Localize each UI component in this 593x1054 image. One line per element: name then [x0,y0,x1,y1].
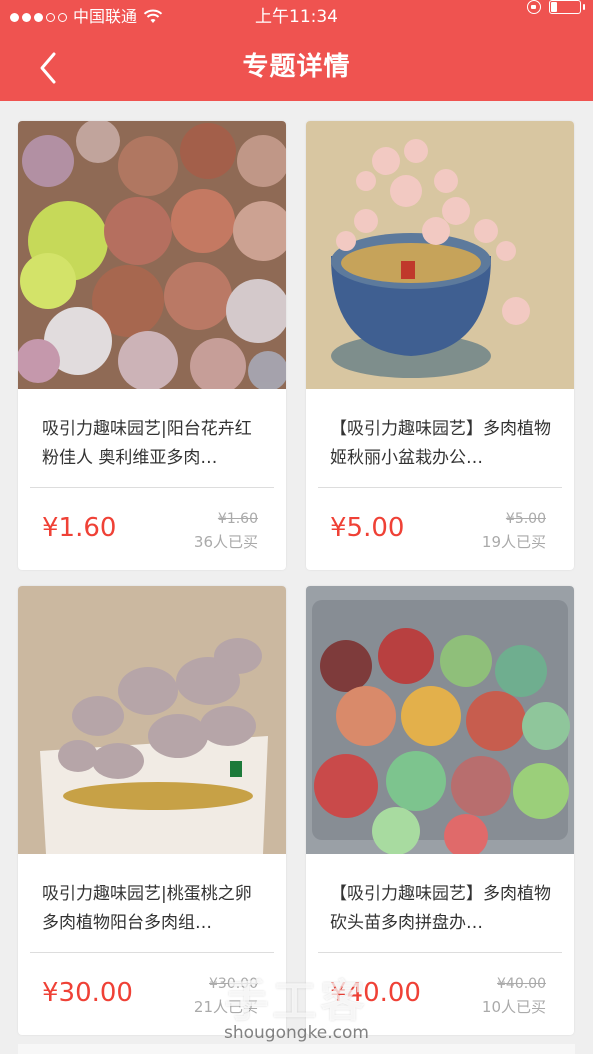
product-image[interactable] [306,586,574,854]
status-time: 上午11:34 [255,7,338,27]
divider [30,487,274,488]
product-image[interactable] [306,121,574,389]
page-title: 专题详情 [242,52,351,82]
divider [30,952,274,953]
product-image[interactable] [18,121,286,389]
sold-count: 21人已买 [193,998,258,1016]
status-bar: 中国联通 上午11:34 [0,0,593,34]
original-price: ¥5.00 [505,511,546,527]
product-card[interactable]: 吸引力趣味园艺|桃蛋桃之卵多肉植物阳台多肉组… ¥30.00 ¥30.00 21… [18,586,286,1035]
product-title[interactable]: 吸引力趣味园艺|阳台花卉红粉佳人 奥利维亚多肉… [42,415,268,473]
product-price: ¥30.00 [42,978,133,1008]
product-image[interactable] [18,586,286,854]
sold-count: 10人已买 [481,998,546,1016]
status-right [527,0,585,14]
sold-count: 36人已买 [193,533,258,551]
divider [318,952,562,953]
original-price: ¥40.00 [497,976,546,992]
sold-count: 19人已买 [481,533,546,551]
product-price: ¥5.00 [330,513,405,543]
nav-bar: 专题详情 [0,34,593,101]
next-row-peek [18,1044,575,1054]
original-price: ¥30.00 [209,976,258,992]
product-price: ¥40.00 [330,978,421,1008]
rotation-lock-icon [527,0,541,14]
original-price: ¥1.60 [217,511,258,527]
battery-icon [549,0,585,14]
divider [318,487,562,488]
product-card[interactable]: 【吸引力趣味园艺】多肉植物姬秋丽小盆栽办公… ¥5.00 ¥5.00 19人已买 [306,121,574,570]
product-price: ¥1.60 [42,513,117,543]
header: 中国联通 上午11:34 专题详情 [0,0,593,101]
product-title[interactable]: 【吸引力趣味园艺】多肉植物砍头苗多肉拼盘办… [330,880,556,938]
product-card[interactable]: 吸引力趣味园艺|阳台花卉红粉佳人 奥利维亚多肉… ¥1.60 ¥1.60 36人… [18,121,286,570]
product-title[interactable]: 吸引力趣味园艺|桃蛋桃之卵多肉植物阳台多肉组… [42,880,268,938]
product-title[interactable]: 【吸引力趣味园艺】多肉植物姬秋丽小盆栽办公… [330,415,556,473]
product-card[interactable]: 【吸引力趣味园艺】多肉植物砍头苗多肉拼盘办… ¥40.00 ¥40.00 10人… [306,586,574,1035]
